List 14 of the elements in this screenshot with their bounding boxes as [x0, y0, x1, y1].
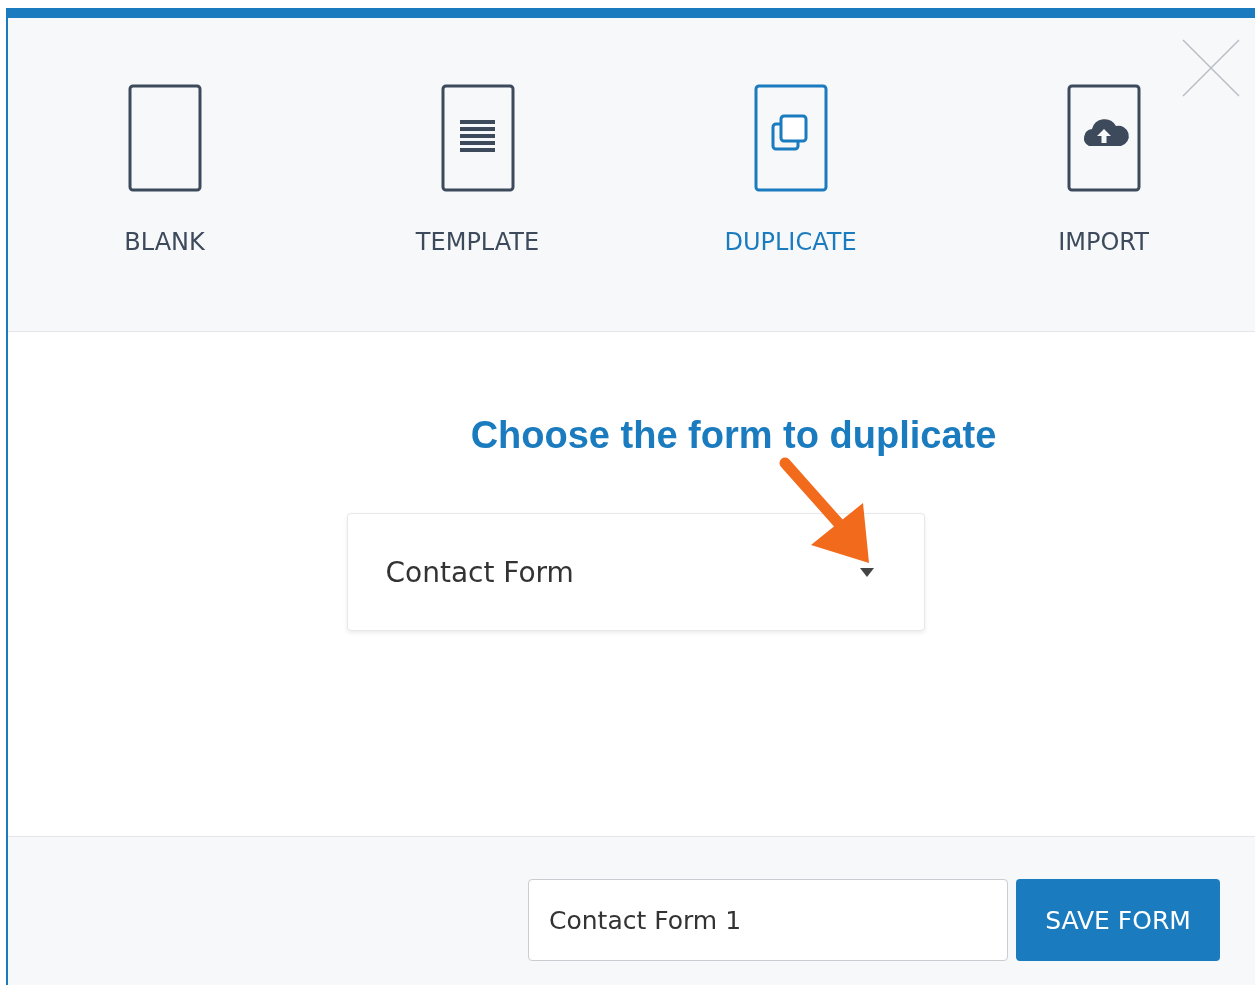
form-select[interactable]: Contact Form [346, 513, 925, 631]
form-type-option[interactable]: BLANK [8, 84, 321, 264]
dropdown-caret-icon [859, 567, 874, 577]
cloud-upload-page-icon [1066, 84, 1141, 192]
form-type-option[interactable]: DUPLICATE [634, 84, 947, 264]
copy-page-icon [753, 84, 828, 192]
form-type-option[interactable]: TEMPLATE [321, 84, 634, 264]
text-page-icon [440, 84, 515, 192]
form-name-field[interactable]: Contact Form 1 [528, 879, 1008, 961]
form-type-option[interactable]: IMPORT [947, 84, 1255, 264]
close-icon[interactable] [1181, 38, 1241, 98]
heading: Choose the form to duplicate [469, 414, 997, 457]
save-form-button[interactable]: SAVE FORM [1016, 879, 1220, 961]
blank-page-icon [127, 84, 202, 192]
